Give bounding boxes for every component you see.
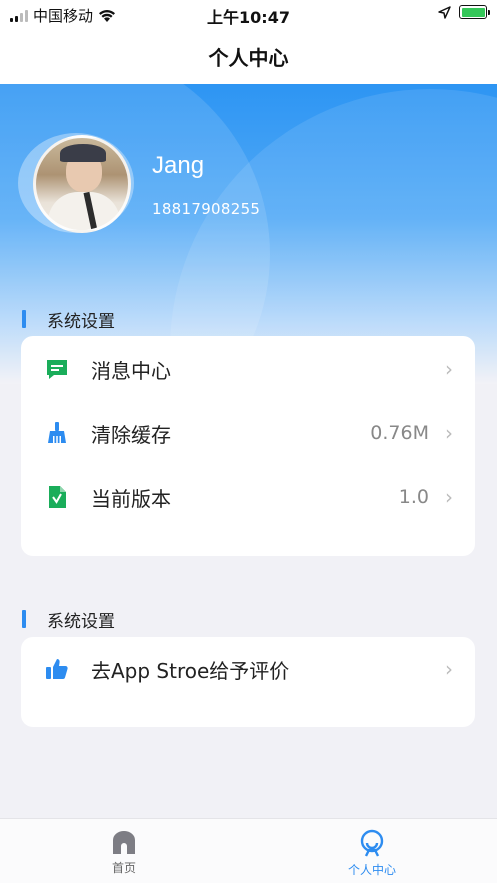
section-accent-bar (22, 310, 26, 328)
broom-icon (45, 421, 69, 445)
tab-label: 首页 (111, 861, 136, 875)
user-name: Jang (152, 152, 205, 179)
version-value: 1.0 (398, 486, 429, 508)
thumbs-up-icon (45, 657, 69, 681)
status-time: 上午10:47 (207, 8, 290, 27)
nav-bar: 个人中心 (0, 28, 497, 84)
menu-item-current-version[interactable]: 当前版本 1.0 › (21, 465, 475, 529)
menu-item-label: 清除缓存 (91, 422, 171, 447)
avatar[interactable] (33, 135, 131, 233)
rating-card: 去App Stroe给予评价 › (21, 637, 475, 727)
tab-label: 个人中心 (347, 863, 396, 877)
section-accent-bar (22, 610, 26, 628)
status-right (438, 5, 490, 19)
location-arrow-icon (438, 5, 451, 19)
chevron-right-icon: › (445, 657, 453, 681)
menu-item-label: 当前版本 (91, 486, 171, 511)
chevron-right-icon: › (445, 421, 453, 445)
page-title: 个人中心 (208, 45, 289, 70)
chevron-right-icon: › (445, 357, 453, 381)
section-title-system-settings: 系统设置 (22, 309, 115, 332)
message-icon (45, 357, 69, 381)
tab-bar: 首页 个人中心 (0, 818, 497, 883)
menu-item-rate-app-store[interactable]: 去App Stroe给予评价 › (21, 637, 475, 701)
settings-card: 消息中心 › 清除缓存 0.76M › 当前版本 1.0 › (21, 336, 475, 556)
status-bar: 中国移动 上午10:47 (0, 0, 497, 28)
tab-home[interactable]: 首页 (64, 829, 184, 876)
chevron-right-icon: › (445, 485, 453, 509)
user-phone: 18817908255 (152, 200, 261, 218)
menu-item-message-center[interactable]: 消息中心 › (21, 337, 475, 401)
menu-item-label: 去App Stroe给予评价 (91, 658, 290, 683)
document-icon (45, 485, 69, 509)
home-icon (113, 831, 135, 854)
battery-icon (459, 5, 490, 19)
menu-item-label: 消息中心 (91, 358, 171, 383)
menu-item-clear-cache[interactable]: 清除缓存 0.76M › (21, 401, 475, 465)
section-title-system-settings-2: 系统设置 (22, 609, 115, 632)
tab-profile[interactable]: 个人中心 (312, 829, 432, 878)
person-icon (360, 829, 384, 857)
cache-size-value: 0.76M (370, 422, 429, 444)
